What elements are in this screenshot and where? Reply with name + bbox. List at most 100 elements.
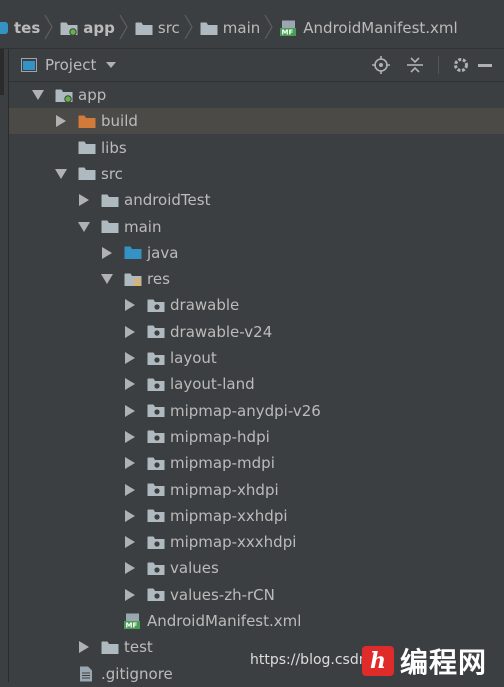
chevron-right-icon[interactable]: [123, 404, 137, 418]
tree-item-mipmap-mdpi[interactable]: mipmap-mdpi: [9, 450, 504, 476]
tree-item-label: mipmap-xhdpi: [170, 480, 279, 499]
tree-item-mipmap-xxxhdpi[interactable]: mipmap-xxxhdpi: [9, 529, 504, 555]
chevron-right-icon[interactable]: [123, 509, 137, 523]
folder-icon: [101, 219, 119, 235]
resource-package-folder-icon: [147, 403, 165, 419]
tree-item-src[interactable]: src: [9, 161, 504, 187]
tree-item-mipmap-xhdpi[interactable]: mipmap-xhdpi: [9, 477, 504, 503]
resource-package-folder-icon: [147, 560, 165, 576]
resource-package-folder-icon: [147, 297, 165, 313]
module-folder-icon: [60, 21, 78, 36]
tree-item-label: mipmap-xxhdpi: [170, 506, 288, 525]
folder-icon: [78, 166, 96, 182]
tree-item-values[interactable]: values: [9, 555, 504, 581]
breadcrumb-item-tes[interactable]: tes: [14, 19, 40, 37]
tree-item-drawable-v24[interactable]: drawable-v24: [9, 319, 504, 345]
chevron-right-icon[interactable]: [123, 588, 137, 602]
tree-item-label: main: [124, 217, 162, 236]
tree-item-label: libs: [101, 138, 127, 157]
breadcrumb-label: main: [222, 19, 261, 37]
resource-package-folder-icon: [147, 376, 165, 392]
chevron-right-icon[interactable]: [123, 456, 137, 470]
text-file-icon: [78, 666, 96, 682]
tree-item-libs[interactable]: libs: [9, 135, 504, 161]
chevron-right-icon[interactable]: [123, 298, 137, 312]
chevron-right-icon[interactable]: [123, 483, 137, 497]
tree-item-label: res: [147, 270, 170, 289]
chevron-down-icon[interactable]: [100, 272, 114, 286]
watermark-logo-text: 编程网: [400, 646, 488, 679]
tree-item-label: app: [78, 86, 107, 104]
breadcrumb-separator: [119, 14, 129, 42]
breadcrumb-item-main[interactable]: main: [200, 19, 260, 37]
locate-icon[interactable]: [364, 49, 398, 81]
tree-item-res[interactable]: res: [9, 266, 504, 292]
chevron-down-icon[interactable]: [31, 88, 45, 102]
excluded-folder-icon: [78, 113, 96, 129]
tree-item-label: mipmap-xxxhdpi: [170, 533, 297, 552]
chevron-right-icon[interactable]: [123, 351, 137, 365]
chevron-right-icon[interactable]: [77, 193, 91, 207]
tree-item-androidmanifest-xml[interactable]: MF AndroidManifest.xml: [9, 608, 504, 634]
watermark-badge-icon: h: [362, 646, 394, 676]
chevron-down-icon: [106, 62, 117, 68]
breadcrumb-separator: [44, 14, 54, 42]
tree-item-label: androidTest: [124, 191, 211, 210]
resource-package-folder-icon: [147, 455, 165, 471]
chevron-right-icon[interactable]: [123, 535, 137, 549]
left-strip-tab[interactable]: [0, 49, 4, 95]
breadcrumb-edge-icon: [0, 22, 8, 34]
tree-item-drawable[interactable]: drawable: [9, 292, 504, 318]
project-panel-title: Project: [45, 56, 97, 74]
chevron-down-icon[interactable]: [54, 167, 68, 181]
tree-item-mipmap-xxhdpi[interactable]: mipmap-xxhdpi: [9, 503, 504, 529]
breadcrumb-label: src: [157, 19, 180, 37]
tree-item-values-zh-rcn[interactable]: values-zh-rCN: [9, 582, 504, 608]
tree-item-mipmap-hdpi[interactable]: mipmap-hdpi: [9, 424, 504, 450]
chevron-down-icon[interactable]: [77, 220, 91, 234]
tree-item-label: mipmap-mdpi: [170, 454, 275, 473]
tree-item-layout[interactable]: layout: [9, 345, 504, 371]
chevron-right-icon[interactable]: [123, 430, 137, 444]
tree-item-java[interactable]: java: [9, 240, 504, 266]
breadcrumb-item-androidmanifest-xml[interactable]: MF AndroidManifest.xml: [280, 19, 458, 37]
tree-item-layout-land[interactable]: layout-land: [9, 371, 504, 397]
tree-item-label: src: [101, 164, 123, 183]
resource-package-folder-icon: [147, 508, 165, 524]
project-view-selector[interactable]: Project: [21, 49, 117, 81]
tree-item-label: drawable-v24: [170, 322, 273, 341]
menubar: [0, 0, 504, 8]
chevron-right-icon[interactable]: [123, 325, 137, 339]
tree-item-label: mipmap-hdpi: [170, 427, 270, 446]
resource-package-folder-icon: [147, 429, 165, 445]
chevron-right-icon[interactable]: [77, 640, 91, 654]
breadcrumb-item-src[interactable]: src: [135, 19, 180, 37]
tree-item-label: mipmap-anydpi-v26: [170, 401, 321, 420]
tree-item-label: java: [147, 243, 179, 262]
chevron-right-icon[interactable]: [54, 114, 68, 128]
resource-package-folder-icon: [147, 350, 165, 366]
chevron-right-icon[interactable]: [100, 246, 114, 260]
tree-item-androidtest[interactable]: androidTest: [9, 187, 504, 213]
tree-item-build[interactable]: build: [9, 108, 504, 135]
chevron-right-icon[interactable]: [123, 377, 137, 391]
hide-icon[interactable]: [478, 49, 504, 81]
resource-folder-icon: [124, 271, 142, 287]
breadcrumb-item-app[interactable]: app: [60, 19, 115, 37]
collapse-all-icon[interactable]: [398, 49, 432, 81]
breadcrumb-label: tes: [14, 19, 41, 37]
project-tree: app build libs src androidTest main java res dra…: [9, 82, 504, 683]
chevron-right-icon[interactable]: [123, 561, 137, 575]
tree-item-main[interactable]: main: [9, 214, 504, 240]
tree-item-app[interactable]: app: [9, 82, 504, 108]
breadcrumb-label: app: [83, 19, 115, 37]
source-folder-icon: [124, 245, 142, 261]
tree-item-label: test: [124, 638, 153, 657]
breadcrumb: tes app src main MF AndroidManifest.xml: [0, 8, 504, 49]
tree-item-label: values-zh-rCN: [170, 585, 275, 604]
tree-item-mipmap-anydpi-v26[interactable]: mipmap-anydpi-v26: [9, 398, 504, 424]
project-panel-icon: [21, 58, 37, 72]
folder-icon: [200, 21, 218, 36]
watermark-url: https://blog.csdn: [250, 652, 368, 668]
gear-icon[interactable]: [444, 49, 478, 81]
